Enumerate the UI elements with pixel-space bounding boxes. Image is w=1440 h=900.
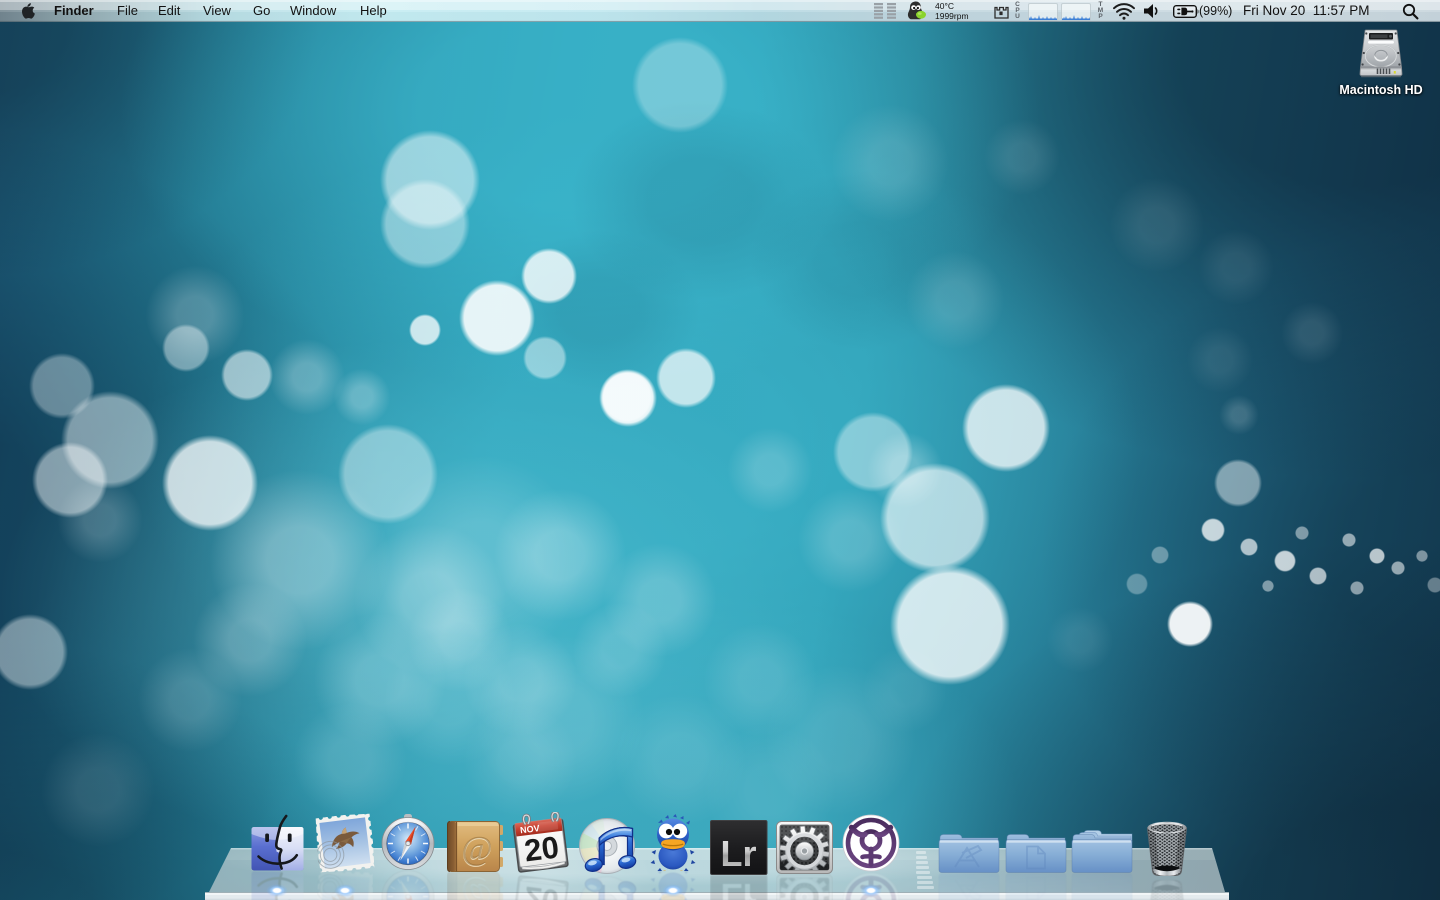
svg-text:@: @ (461, 830, 492, 867)
svg-text:Lr: Lr (721, 833, 757, 874)
svg-text:Lr: Lr (721, 876, 757, 900)
svg-text:20: 20 (522, 829, 560, 868)
svg-text:@: @ (461, 877, 492, 900)
